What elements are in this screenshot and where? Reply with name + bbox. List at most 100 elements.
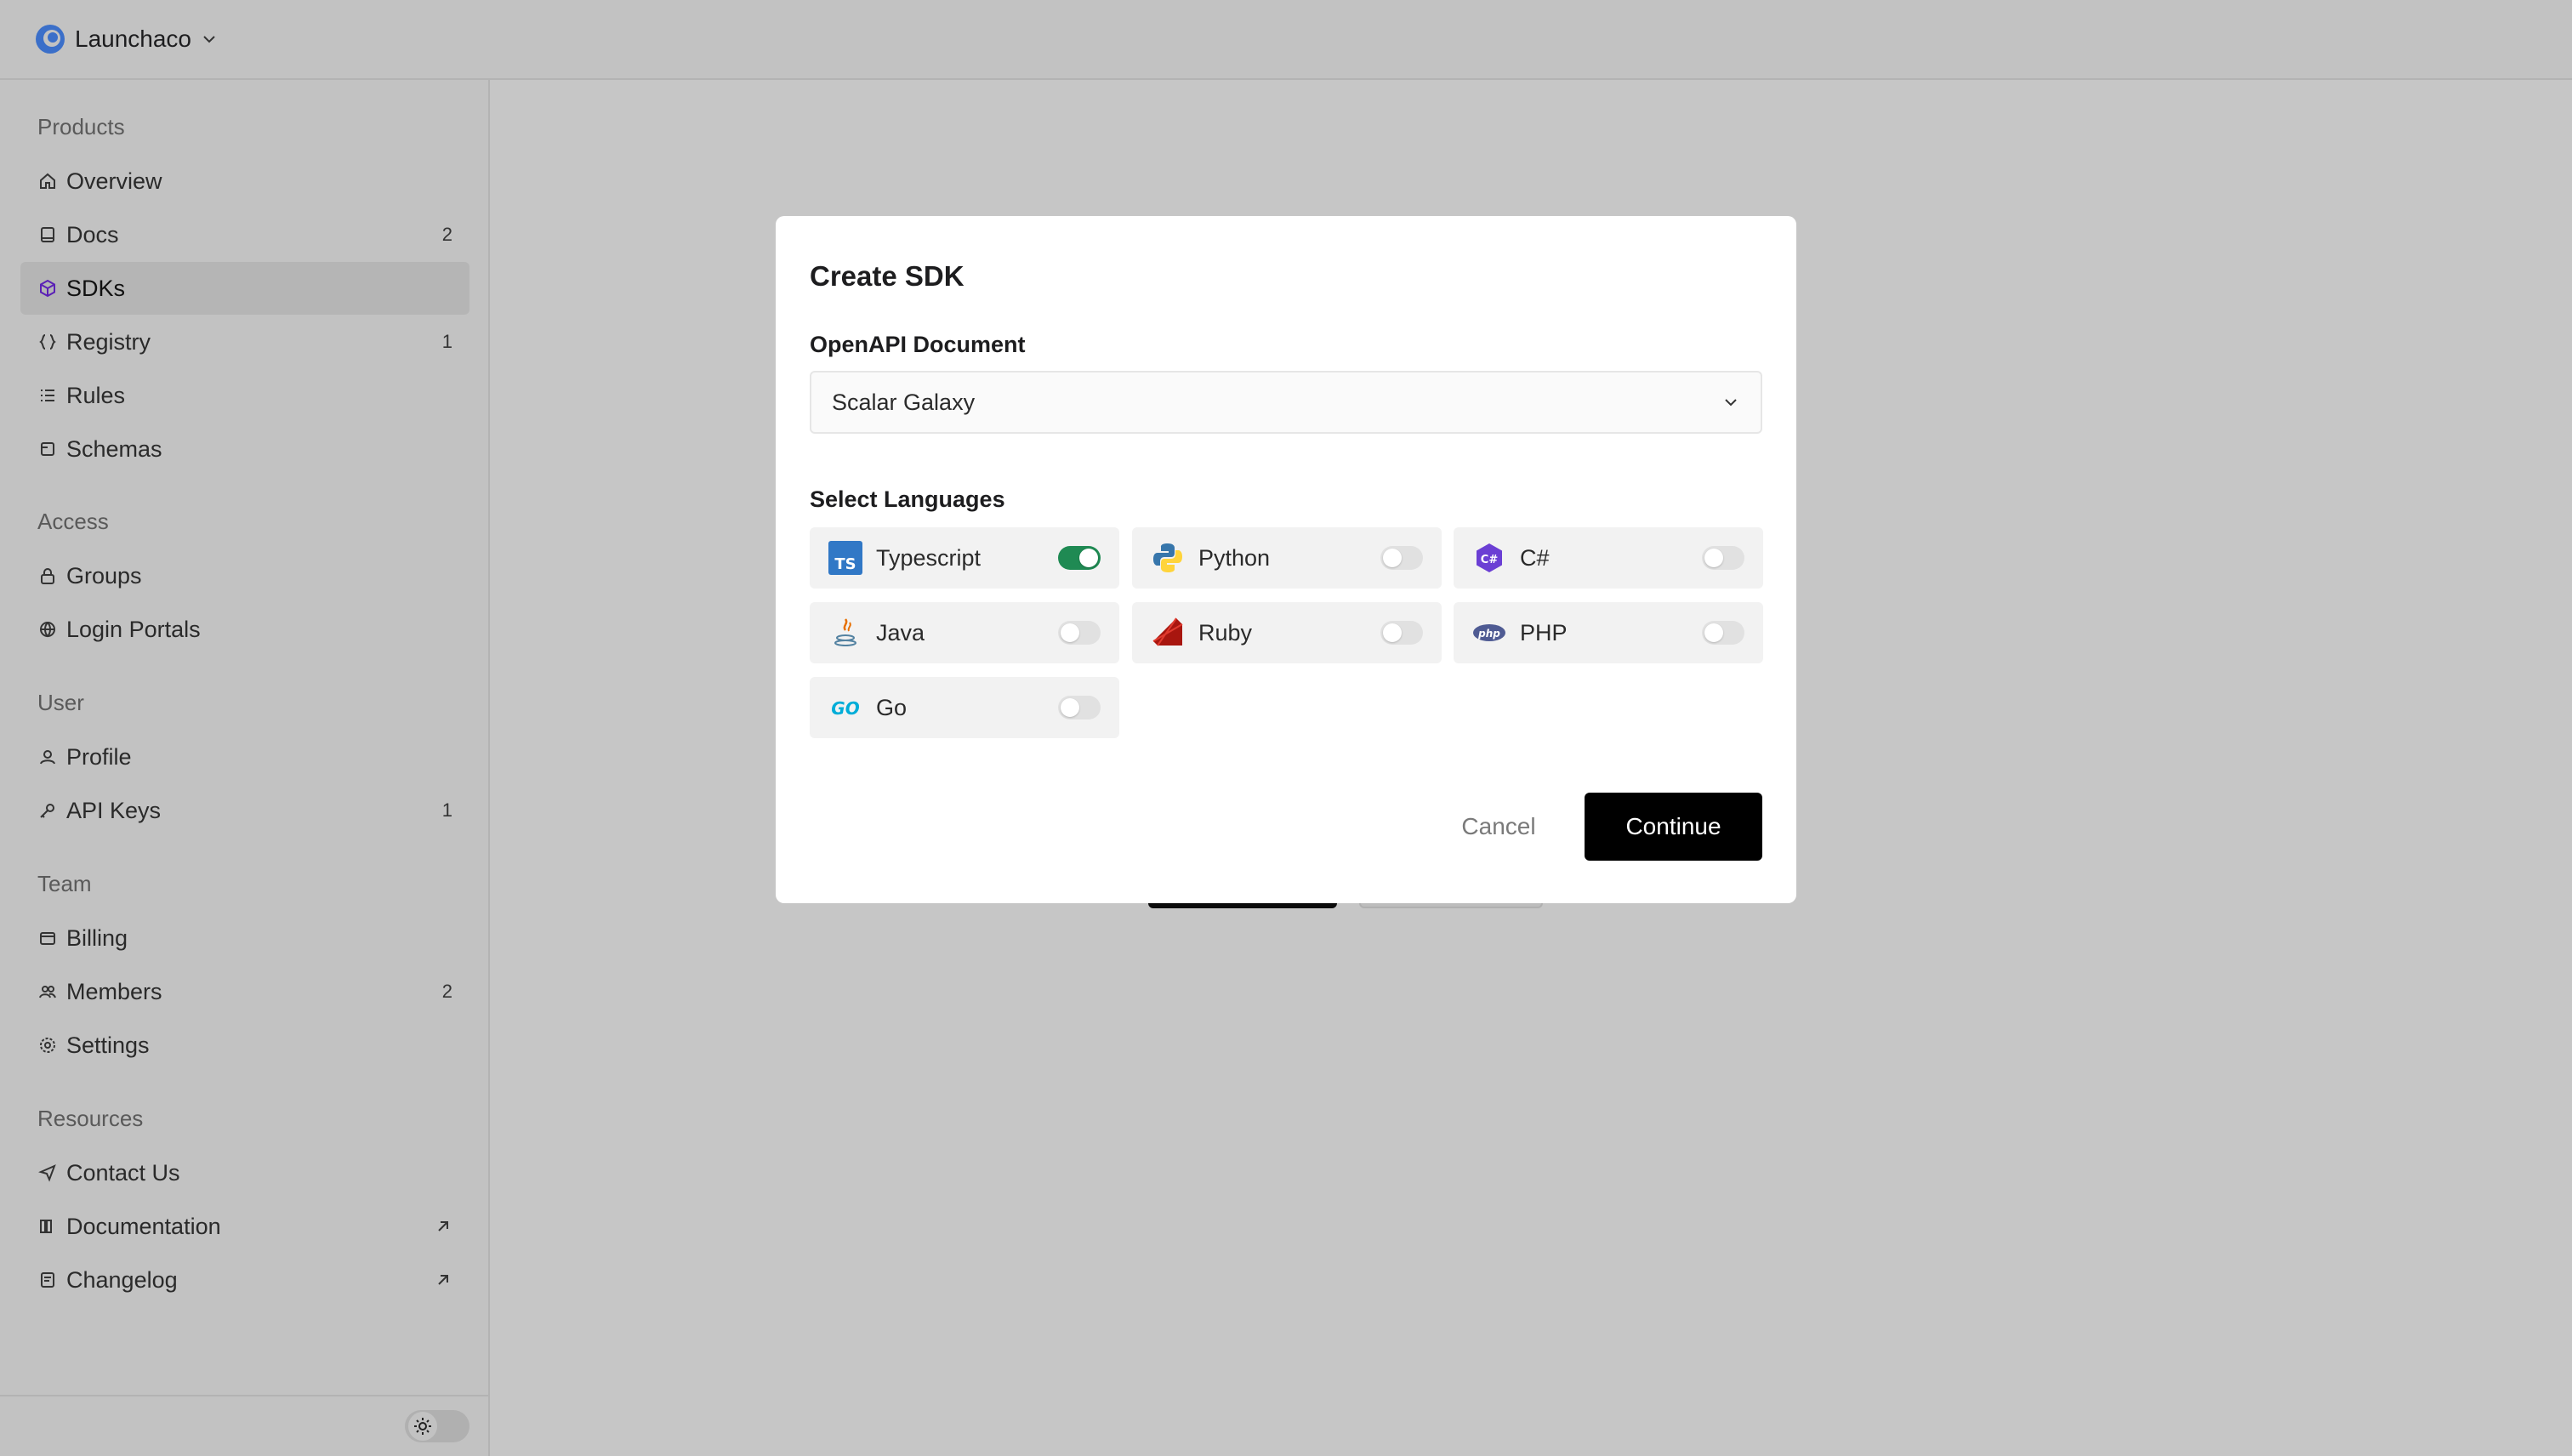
sidebar-item-profile[interactable]: Profile xyxy=(20,731,469,783)
language-name: Python xyxy=(1198,544,1271,571)
sidebar-item-login-portals[interactable]: Login Portals xyxy=(20,603,469,656)
home-icon xyxy=(40,173,55,189)
braces-icon xyxy=(39,334,56,350)
sidebar-item-label: Contact Us xyxy=(66,1159,180,1186)
typescript-icon: TS xyxy=(828,541,862,575)
sidebar-item-sdks[interactable]: SDKs xyxy=(20,262,469,315)
sidebar-item-label: Changelog xyxy=(66,1266,178,1293)
language-option-go[interactable]: GO Go xyxy=(810,677,1119,738)
sidebar-item-label: Members xyxy=(66,978,162,1004)
language-name: C# xyxy=(1520,544,1550,571)
count-badge: 1 xyxy=(441,799,452,821)
java-toggle[interactable] xyxy=(1058,621,1101,645)
typescript-toggle[interactable] xyxy=(1058,546,1101,570)
dialog-title: Create SDK xyxy=(810,260,964,292)
sidebar-item-groups[interactable]: Groups xyxy=(20,549,469,602)
continue-button[interactable]: Continue xyxy=(1585,793,1762,861)
language-name: Typescript xyxy=(876,544,982,571)
language-option-java[interactable]: Java xyxy=(810,602,1119,663)
sidebar-item-rules[interactable]: Rules xyxy=(20,369,469,422)
cancel-button[interactable]: Cancel xyxy=(1439,793,1558,861)
sidebar-item-members[interactable]: Members 2 xyxy=(20,965,469,1018)
csharp-icon: C# xyxy=(1472,541,1506,575)
sidebar-item-label: Docs xyxy=(66,221,119,247)
sidebar-footer xyxy=(0,1395,490,1456)
language-name: Ruby xyxy=(1198,619,1253,646)
language-option-php[interactable]: php PHP xyxy=(1454,602,1763,663)
sidebar: Products Overview Docs 2 SDKs Registry 1… xyxy=(0,80,490,1456)
go-toggle[interactable] xyxy=(1058,696,1101,719)
external-link-icon xyxy=(438,1221,448,1231)
python-toggle[interactable] xyxy=(1380,546,1423,570)
csharp-toggle[interactable] xyxy=(1702,546,1744,570)
java-icon xyxy=(828,616,862,650)
sidebar-item-settings[interactable]: Settings xyxy=(20,1019,469,1072)
count-badge: 1 xyxy=(441,331,452,352)
openapi-document-select[interactable]: Scalar Galaxy xyxy=(810,371,1762,434)
notes-icon xyxy=(41,1272,54,1288)
language-name: Java xyxy=(876,619,925,646)
language-name: Go xyxy=(876,694,908,720)
svg-text:C#: C# xyxy=(1481,554,1499,566)
sidebar-item-contact-us[interactable]: Contact Us xyxy=(20,1146,469,1199)
sidebar-item-label: Rules xyxy=(66,382,126,408)
sidebar-item-label: Documentation xyxy=(66,1213,221,1239)
external-link-icon xyxy=(438,1275,448,1285)
top-bar: Launchaco xyxy=(0,0,2572,80)
team-name: Launchaco xyxy=(75,26,192,52)
sidebar-item-api-keys[interactable]: API Keys 1 xyxy=(20,784,469,837)
sidebar-item-documentation[interactable]: Documentation xyxy=(20,1200,469,1253)
sidebar-item-docs[interactable]: Docs 2 xyxy=(20,208,469,261)
language-option-ruby[interactable]: Ruby xyxy=(1132,602,1442,663)
sidebar-item-registry[interactable]: Registry 1 xyxy=(20,316,469,368)
sidebar-item-label: Profile xyxy=(66,743,132,770)
book-icon xyxy=(41,227,54,242)
php-icon: php xyxy=(1472,616,1506,650)
user-icon xyxy=(40,750,55,765)
openapi-document-value: Scalar Galaxy xyxy=(832,389,976,415)
language-name: PHP xyxy=(1520,619,1568,646)
globe-icon xyxy=(40,622,55,638)
section-title-resources: Resources xyxy=(37,1106,144,1131)
library-icon xyxy=(40,1220,52,1233)
section-title-access: Access xyxy=(37,509,109,534)
sidebar-item-label: Billing xyxy=(66,924,128,951)
sidebar-item-label: Login Portals xyxy=(66,616,201,642)
svg-text:TS: TS xyxy=(834,555,856,573)
team-switcher[interactable]: Launchaco xyxy=(34,23,219,55)
svg-text:php: php xyxy=(1477,628,1500,640)
svg-text:GO: GO xyxy=(831,698,859,719)
chevron-down-icon xyxy=(203,36,215,43)
php-toggle[interactable] xyxy=(1702,621,1744,645)
cube-icon xyxy=(40,279,55,298)
select-languages-label: Select Languages xyxy=(810,486,1005,512)
sidebar-item-label: Overview xyxy=(66,168,162,194)
wallet-icon xyxy=(40,932,55,945)
ruby-toggle[interactable] xyxy=(1380,621,1423,645)
count-badge: 2 xyxy=(441,224,452,245)
sidebar-item-billing[interactable]: Billing xyxy=(20,912,469,964)
sidebar-item-overview[interactable]: Overview xyxy=(20,155,469,208)
send-icon xyxy=(38,1164,56,1182)
key-icon xyxy=(40,804,54,818)
language-option-python[interactable]: Python xyxy=(1132,527,1442,589)
section-title-products: Products xyxy=(37,114,125,139)
section-title-team: Team xyxy=(37,871,92,896)
sidebar-item-label: Schemas xyxy=(66,435,162,462)
sidebar-item-schemas[interactable]: Schemas xyxy=(20,423,469,475)
language-option-typescript[interactable]: TS Typescript xyxy=(810,527,1119,589)
chevron-down-icon xyxy=(1725,399,1737,407)
ruby-icon xyxy=(1151,616,1185,650)
launchaco-logo-icon xyxy=(36,25,65,54)
theme-toggle[interactable] xyxy=(405,1410,469,1442)
section-title-user: User xyxy=(37,690,84,715)
openapi-document-label: OpenAPI Document xyxy=(810,332,1026,357)
sidebar-item-label: Settings xyxy=(66,1032,150,1058)
sidebar-item-label: Registry xyxy=(66,328,151,355)
sun-icon xyxy=(408,1412,437,1441)
lock-icon xyxy=(41,568,54,584)
sidebar-item-changelog[interactable]: Changelog xyxy=(20,1254,469,1306)
count-badge: 2 xyxy=(441,981,452,1002)
sidebar-item-label: Groups xyxy=(66,562,142,589)
language-option-csharp[interactable]: C# C# xyxy=(1454,527,1763,589)
